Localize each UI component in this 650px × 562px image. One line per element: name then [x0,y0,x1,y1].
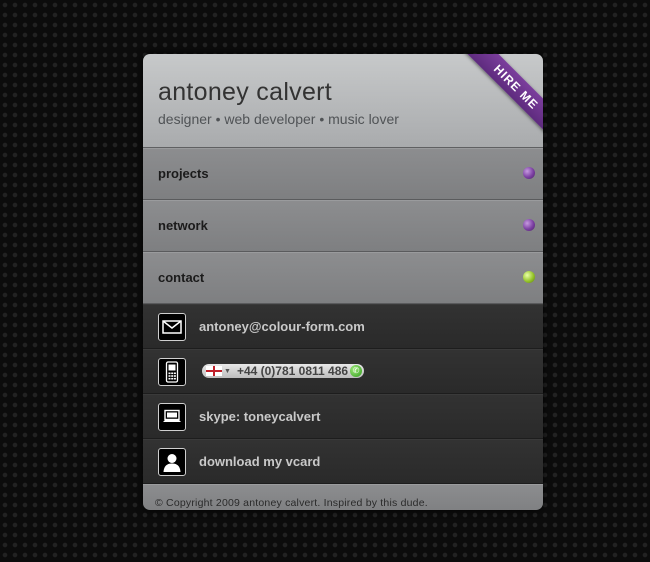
hire-me-ribbon-wrap: HIRE ME [453,54,543,144]
status-dot-icon [523,271,535,283]
envelope-icon [158,313,186,341]
contact-email-row[interactable]: antoney@colour-form.com [143,304,543,349]
nav-item-network[interactable]: network [143,200,543,252]
profile-header: antoney calvert designer • web developer… [143,54,543,148]
profile-card: antoney calvert designer • web developer… [143,54,543,510]
status-dot-icon [523,167,535,179]
contact-phone-row: ▼ +44 (0)781 0811 486 ✆ [143,349,543,394]
mobile-phone-icon [158,358,186,386]
uk-flag-icon[interactable] [206,366,222,376]
call-icon[interactable]: ✆ [350,365,363,377]
copyright-text: © Copyright 2009 antoney calvert. Inspir… [155,497,428,509]
profile-name: antoney calvert [158,78,333,106]
profile-tagline: designer • web developer • music lover [158,111,399,127]
phone-number[interactable]: +44 (0)781 0811 486 [237,364,348,378]
footer: © Copyright 2009 antoney calvert. Inspir… [143,484,543,510]
person-icon [158,448,186,476]
nav-item-label: network [158,218,208,233]
nav-item-projects[interactable]: projects [143,148,543,200]
dude-link[interactable]: dude [401,497,425,509]
copyright-end: . [424,497,428,509]
skype-link[interactable]: skype: toneycalvert [199,409,320,424]
contact-skype-row[interactable]: skype: toneycalvert [143,394,543,439]
laptop-icon [158,403,186,431]
status-dot-icon [523,219,535,231]
chevron-down-icon[interactable]: ▼ [224,368,231,375]
vcard-link[interactable]: download my vcard [199,454,320,469]
contact-list: antoney@colour-form.com ▼ +44 (0)781 081… [143,304,543,484]
contact-vcard-row[interactable]: download my vcard [143,439,543,484]
nav-item-contact[interactable]: contact [143,252,543,304]
nav-item-label: projects [158,166,209,181]
nav-item-label: contact [158,270,205,285]
phone-widget[interactable]: ▼ +44 (0)781 0811 486 ✆ [202,364,365,378]
email-link[interactable]: antoney@colour-form.com [199,319,365,334]
copyright-label: © Copyright 2009 antoney calvert. Inspir… [155,497,398,509]
hire-me-ribbon[interactable]: HIRE ME [462,54,543,141]
